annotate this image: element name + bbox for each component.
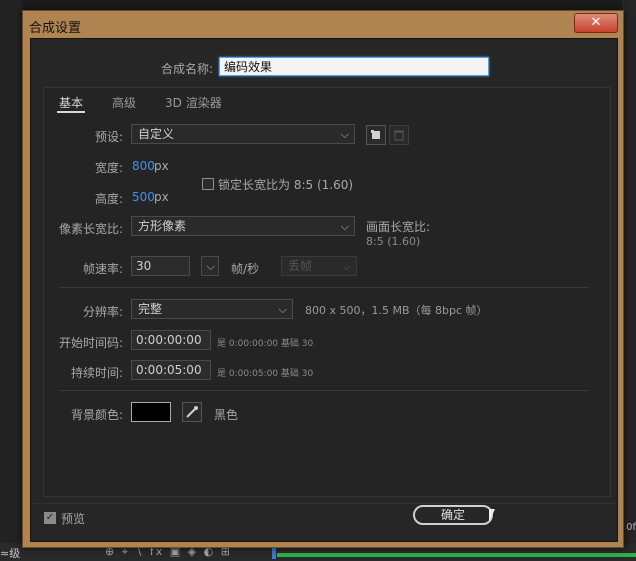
preset-dropdown[interactable]: 自定义 ⌵ <box>131 124 355 144</box>
ok-button[interactable]: 确定 <box>413 505 493 525</box>
duration-input[interactable]: 0:00:05:00 <box>131 360 211 380</box>
width-unit: px <box>154 159 169 173</box>
comp-name-input[interactable]: 编码效果 <box>219 57 489 76</box>
background-app-right <box>622 0 636 561</box>
chevron-down-icon: ⌵ <box>340 128 349 141</box>
tab-advanced[interactable]: 高级 <box>112 94 136 111</box>
title-bar[interactable]: 合成设置 ✕ <box>23 11 623 37</box>
background-color-name: 黑色 <box>214 408 239 422</box>
lock-aspect-checkbox[interactable] <box>202 178 214 190</box>
resolution-info: 800 x 500，1.5 MB（每 8bpc 帧） <box>305 304 488 317</box>
preview-checkbox[interactable]: ✓ <box>44 512 56 524</box>
pixel-aspect-label: 像素长宽比: <box>59 222 124 236</box>
background-color-swatch[interactable] <box>131 402 171 422</box>
save-preset-icon <box>371 130 380 139</box>
chevron-down-icon: ⌵ <box>206 260 215 273</box>
height-value[interactable]: 500 <box>132 190 155 204</box>
frame-aspect-label: 画面长宽比: <box>366 220 431 234</box>
composition-settings-dialog: 合成设置 ✕ 合成名称: 编码效果 基本 高级 3D 渲染器 预设: 自定义 ⌵… <box>22 10 624 548</box>
chevron-down-icon: ⌵ <box>342 260 351 273</box>
pixel-aspect-value: 方形像素 <box>138 219 187 233</box>
resolution-label: 分辨率: <box>83 305 124 319</box>
chevron-down-icon: ⌵ <box>340 220 349 233</box>
close-button[interactable]: ✕ <box>574 13 618 33</box>
background-app-left <box>0 0 22 561</box>
background-color-label: 背景颜色: <box>71 408 124 422</box>
height-unit: px <box>154 190 169 204</box>
save-preset-button[interactable] <box>366 125 386 145</box>
tab-3d-renderer[interactable]: 3D 渲染器 <box>165 94 222 111</box>
start-timecode-label: 开始时间码: <box>59 336 124 350</box>
drop-frame-dropdown: 丢帧 ⌵ <box>281 256 357 276</box>
lock-aspect-label: 锁定长宽比为 8:5 (1.60) <box>218 178 354 192</box>
resolution-dropdown[interactable]: 完整 ⌵ <box>131 299 293 319</box>
duration-note: 是 0:00:05:00 基础 30 <box>217 369 314 379</box>
frame-aspect-value: 8:5 (1.60) <box>366 235 421 248</box>
start-timecode-note: 是 0:00:00:00 基础 30 <box>217 339 314 349</box>
dialog-title: 合成设置 <box>29 21 82 36</box>
mouse-cursor <box>489 509 495 522</box>
background-app-right-text: 0f <box>626 522 636 533</box>
pixel-aspect-dropdown[interactable]: 方形像素 ⌵ <box>131 216 355 236</box>
frame-rate-label: 帧速率: <box>83 262 124 276</box>
eyedropper-button[interactable] <box>182 402 202 422</box>
frame-rate-input[interactable]: 30 <box>131 256 190 276</box>
start-timecode-input[interactable]: 0:00:00:00 <box>131 330 211 350</box>
comp-name-label: 合成名称: <box>161 62 214 76</box>
resolution-value: 完整 <box>138 302 163 316</box>
preset-label: 预设: <box>95 130 124 144</box>
trash-icon <box>394 130 404 141</box>
background-app-left-text: ≈级 <box>0 547 21 560</box>
preview-label: 预览 <box>61 512 86 526</box>
dialog-body: 合成名称: 编码效果 基本 高级 3D 渲染器 预设: 自定义 ⌵ 宽度: 80… <box>30 38 618 542</box>
delete-preset-button[interactable] <box>389 125 409 145</box>
footer-divider <box>31 503 617 504</box>
width-value[interactable]: 800 <box>132 159 155 173</box>
width-label: 宽度: <box>95 161 124 175</box>
divider <box>59 287 589 288</box>
tab-basic[interactable]: 基本 <box>59 94 83 111</box>
frame-rate-unit: 帧/秒 <box>231 262 260 276</box>
tab-active-underline <box>57 111 85 113</box>
preset-value: 自定义 <box>138 127 175 141</box>
height-label: 高度: <box>95 192 124 206</box>
settings-panel <box>43 87 611 497</box>
chevron-down-icon: ⌵ <box>278 303 287 316</box>
timeline-indicator <box>272 547 276 559</box>
drop-frame-value: 丢帧 <box>288 259 313 273</box>
duration-label: 持续时间: <box>71 366 124 380</box>
timeline-bar <box>277 553 636 557</box>
eyedropper-icon <box>186 406 198 418</box>
divider <box>59 390 589 391</box>
frame-rate-preset-dropdown[interactable]: ⌵ <box>201 256 219 276</box>
